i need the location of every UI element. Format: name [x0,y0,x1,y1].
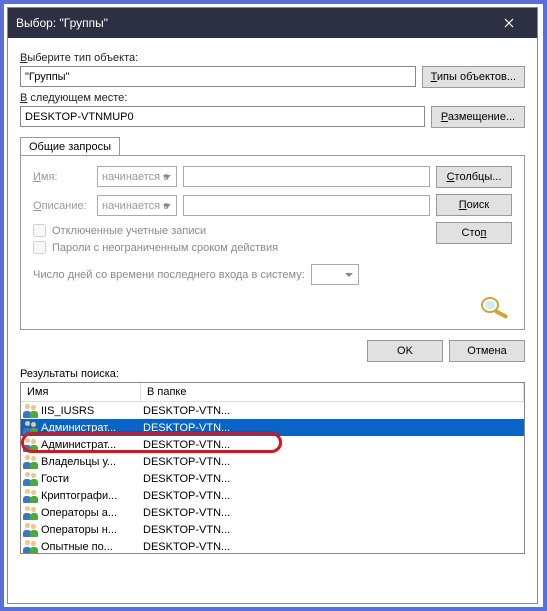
table-row[interactable]: Операторы а...DESKTOP-VTN... [21,504,524,521]
desc-label: Описание: [33,200,91,212]
placement-button[interactable]: Размещение... [431,106,525,128]
table-row[interactable]: ГостиDESKTOP-VTN... [21,470,524,487]
cell-name: Владельцы у... [41,456,143,468]
cell-name: Операторы а... [41,507,143,519]
cell-name: Опытные по... [41,541,143,553]
cell-folder: DESKTOP-VTN... [143,490,524,502]
cell-name: Гости [41,473,143,485]
object-type-label: Выберите тип объекта: [20,52,525,64]
cell-name: Администрат... [41,439,143,451]
days-label: Число дней со времени последнего входа в… [33,269,305,281]
col-name[interactable]: Имя [21,383,141,401]
object-type-field[interactable]: "Группы" [20,66,416,87]
table-row[interactable]: Администрат...DESKTOP-VTN... [21,436,524,453]
cell-folder: DESKTOP-VTN... [143,405,524,417]
find-icon [476,295,512,319]
stop-button[interactable]: Стоп [436,222,512,244]
cell-folder: DESKTOP-VTN... [143,456,524,468]
results-header: Имя В папке [21,383,524,402]
results-label: Результаты поиска: [20,368,525,380]
days-row: Число дней со времени последнего входа в… [33,264,430,285]
results-list: Имя В папке IIS_IUSRSDESKTOP-VTN...Админ… [20,382,525,554]
cell-folder: DESKTOP-VTN... [143,422,524,434]
disabled-accounts-input [33,224,46,237]
cell-folder: DESKTOP-VTN... [143,473,524,485]
dialog-buttons: OK Отмена [20,340,525,362]
dialog-body: Выберите тип объекта: "Группы" Типы объе… [8,38,537,560]
cell-name: Криптографи... [41,490,143,502]
name-label: Имя: [33,171,91,183]
tabset: Общие запросы Имя: начинается с Описание… [20,136,525,330]
days-combo [311,264,359,285]
table-row[interactable]: Владельцы у...DESKTOP-VTN... [21,453,524,470]
cell-name: Администрат... [41,422,143,434]
table-row[interactable]: Операторы н...DESKTOP-VTN... [21,521,524,538]
close-button[interactable] [489,8,529,38]
group-icon [23,438,39,452]
location-field[interactable]: DESKTOP-VTNMUP0 [20,106,425,127]
name-mode-combo: начинается с [97,166,177,187]
table-row[interactable]: Криптографи...DESKTOP-VTN... [21,487,524,504]
ok-button[interactable]: OK [367,340,443,362]
table-row[interactable]: Опытные по...DESKTOP-VTN... [21,538,524,553]
columns-button[interactable]: Столбцы... [436,166,512,188]
tab-panel-right: Столбцы... Поиск Стоп [430,166,512,319]
unlimited-passwords-input [33,241,46,254]
group-icon [23,489,39,503]
dialog-window: Выбор: "Группы" Выберите тип объекта: "Г… [7,7,538,604]
object-types-button[interactable]: Типы объектов... [422,66,525,88]
group-icon [23,421,39,435]
cell-folder: DESKTOP-VTN... [143,507,524,519]
cell-name: Операторы н... [41,524,143,536]
group-icon [23,506,39,520]
desc-mode-combo: начинается с [97,195,177,216]
location-label: В следующем месте: [20,92,525,104]
name-input [183,166,430,187]
desc-input [183,195,430,216]
col-folder[interactable]: В папке [141,383,524,401]
close-icon [504,18,514,28]
cell-name: IIS_IUSRS [41,405,143,417]
titlebar[interactable]: Выбор: "Группы" [8,8,537,38]
tab-panel-left: Имя: начинается с Описание: начинается с… [33,166,430,319]
unlimited-passwords-checkbox: Пароли с неограниченным сроком действия [33,241,430,254]
results-scroll[interactable]: Имя В папке IIS_IUSRSDESKTOP-VTN...Админ… [21,383,524,553]
group-icon [23,523,39,537]
window-title: Выбор: "Группы" [16,16,108,30]
tab-common-queries[interactable]: Общие запросы [20,137,120,156]
cell-folder: DESKTOP-VTN... [143,541,524,553]
group-icon [23,540,39,554]
cell-folder: DESKTOP-VTN... [143,524,524,536]
cell-folder: DESKTOP-VTN... [143,439,524,451]
cancel-button[interactable]: Отмена [449,340,525,362]
group-icon [23,404,39,418]
table-row[interactable]: Администрат...DESKTOP-VTN... [21,419,524,436]
group-icon [23,455,39,469]
group-icon [23,472,39,486]
disabled-accounts-checkbox: Отключенные учетные записи [33,224,430,237]
table-row[interactable]: IIS_IUSRSDESKTOP-VTN... [21,402,524,419]
search-button[interactable]: Поиск [436,194,512,216]
tab-panel: Имя: начинается с Описание: начинается с… [20,155,525,330]
